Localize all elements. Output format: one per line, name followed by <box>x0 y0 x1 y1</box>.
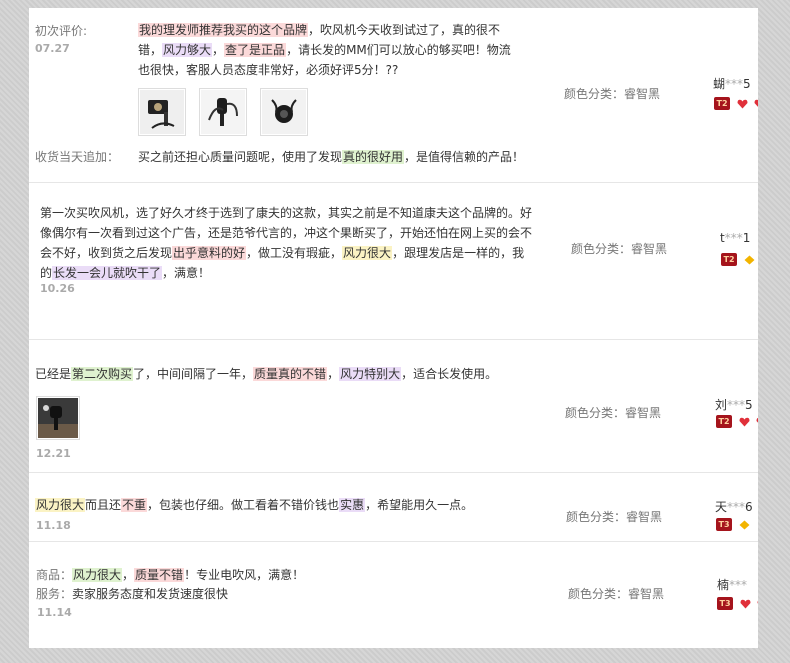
buyer-level-badge: T2 <box>714 97 730 110</box>
review-text: 我的理发师推荐我买的这个品牌，吹风机今天收到试过了，真的很不错，风力够大，查了是… <box>138 20 518 80</box>
reviewer-badges: T3 <box>716 518 751 532</box>
text-segment: ！专业电吹风，满意！ <box>184 568 305 582</box>
highlighted-keyword: 风力很大 <box>72 568 123 582</box>
first-review-label: 初次评价: <box>35 24 88 38</box>
review-photo-thumbnail[interactable] <box>260 88 309 136</box>
text-segment: ，适合长发使用。 <box>401 367 498 381</box>
red-heart-gem-icon <box>757 601 758 604</box>
followup-review-label: 收货当天追加： <box>35 150 120 164</box>
text-segment: 了，中间间隔了一年， <box>133 367 254 381</box>
text-segment: ，是值得信赖的产品！ <box>404 150 525 164</box>
review-item: 已经是第二次购买了，中间间隔了一年，质量真的不错，风力特别大，适合长发使用。 1… <box>29 340 758 473</box>
highlighted-keyword: 风力够大 <box>162 43 213 57</box>
highlighted-keyword: 质量真的不错 <box>253 367 328 381</box>
followup-review-text: 买之前还担心质量问题呢，使用了发现真的很好用，是值得信赖的产品！ <box>138 147 558 167</box>
red-heart-gem-icon <box>754 99 758 107</box>
review-item: 商品：风力很大，质量不错！专业电吹风，满意！ 服务：卖家服务态度和发货速度很快 … <box>29 542 758 648</box>
product-sku: 颜色分类：睿智黑 <box>566 510 663 524</box>
review-photo-thumbnail[interactable] <box>138 88 186 136</box>
review-list-panel: 初次评价: 07.27 我的理发师推荐我买的这个品牌，吹风机今天收到试过了，真的… <box>29 8 758 648</box>
text-segment: 而且还 <box>85 498 122 512</box>
highlighted-keyword: 风力很大 <box>35 498 86 512</box>
buyer-level-badge: T2 <box>716 415 732 428</box>
highlighted-keyword: 实惠 <box>339 498 366 512</box>
review-text: 已经是第二次购买了，中间间隔了一年，质量真的不错，风力特别大，适合长发使用。 <box>35 364 555 384</box>
reviewer-name: 刘***5 <box>715 398 753 412</box>
reviewer-badges: T2 <box>716 415 758 429</box>
buyer-level-badge: T3 <box>716 518 732 531</box>
review-date: 11.18 <box>36 519 71 532</box>
highlighted-keyword: 真的很好用 <box>342 150 405 164</box>
product-photo-icon <box>38 398 78 438</box>
review-text: 风力很大而且还不重，包装也仔细。做工看着不错价钱也实惠，希望能用久一点。 <box>35 495 555 515</box>
product-photo-icon <box>140 90 184 134</box>
highlighted-keyword: 第二次购买 <box>71 367 134 381</box>
product-photo-icon <box>201 90 246 134</box>
buyer-level-badge: T3 <box>717 597 733 610</box>
review-product-comment: 商品：风力很大，质量不错！专业电吹风，满意！ <box>36 568 305 582</box>
red-heart-gem-icon <box>737 99 748 109</box>
highlighted-keyword: 查了是正品 <box>224 43 287 57</box>
reviewer-badges: T2 <box>714 97 758 111</box>
review-item: 风力很大而且还不重，包装也仔细。做工看着不错价钱也实惠，希望能用久一点。 11.… <box>29 473 758 542</box>
highlighted-keyword: 长发一会儿就吹干了 <box>52 266 163 280</box>
review-service-comment: 服务：卖家服务态度和发货速度很快 <box>36 587 229 601</box>
reviewer-badges: T2 <box>721 253 756 267</box>
highlighted-keyword: 风力很大 <box>342 246 393 260</box>
review-text: 第一次买吹风机，选了好久才终于选到了康夫的这款，其实之前是不知道康夫这个品牌的。… <box>40 203 536 283</box>
text-segment: ，做工没有瑕疵， <box>246 246 343 260</box>
text-segment: ，希望能用久一点。 <box>365 498 474 512</box>
review-photo-thumbnail[interactable] <box>199 88 248 136</box>
text-segment: 已经是 <box>35 367 72 381</box>
review-photo-thumbnail[interactable] <box>36 396 80 440</box>
buyer-level-badge: T2 <box>721 253 737 266</box>
reviewer-name: 天***6 <box>715 500 753 514</box>
review-photos <box>36 396 88 440</box>
highlighted-keyword: 风力特别大 <box>339 367 402 381</box>
review-date: 07.27 <box>35 42 70 55</box>
review-item: 第一次买吹风机，选了好久才终于选到了康夫的这款，其实之前是不知道康夫这个品牌的。… <box>29 183 758 340</box>
highlighted-keyword: 我的理发师推荐我买的这个品牌 <box>138 23 309 37</box>
red-heart-gem-icon <box>756 417 758 423</box>
review-item: 初次评价: 07.27 我的理发师推荐我买的这个品牌，吹风机今天收到试过了，真的… <box>29 8 758 183</box>
text-segment: ， <box>122 568 135 582</box>
product-sku: 颜色分类：睿智黑 <box>571 242 668 256</box>
review-date: 10.26 <box>40 282 75 295</box>
reviewer-name: 蝴***5 <box>713 77 751 91</box>
reviewer-name: 楠*** <box>717 578 748 592</box>
highlighted-keyword: 质量不错 <box>134 568 185 582</box>
reviewer-badges: T3 <box>717 597 758 611</box>
review-photos <box>138 88 316 136</box>
text-segment: ， <box>327 367 340 381</box>
reviewer-name: t***1 <box>720 231 751 245</box>
product-sku: 颜色分类：睿智黑 <box>568 587 665 601</box>
red-heart-gem-icon <box>739 417 750 427</box>
text-segment: ， <box>212 43 225 57</box>
text-segment: ，包装也仔细。做工看着不错价钱也 <box>147 498 340 512</box>
highlighted-keyword: 出乎意料的好 <box>172 246 247 260</box>
highlighted-keyword: 不重 <box>121 498 148 512</box>
text-segment: 买之前还担心质量问题呢，使用了发现 <box>138 150 343 164</box>
gold-diamond-icon <box>744 255 755 265</box>
red-heart-gem-icon <box>740 599 751 609</box>
text-segment: ，满意！ <box>162 266 211 280</box>
review-date: 11.14 <box>37 606 72 619</box>
product-photo-icon <box>262 90 307 134</box>
product-sku: 颜色分类：睿智黑 <box>564 87 661 101</box>
product-sku: 颜色分类：睿智黑 <box>565 406 662 420</box>
gold-diamond-icon <box>739 520 750 530</box>
review-date: 12.21 <box>36 447 71 460</box>
